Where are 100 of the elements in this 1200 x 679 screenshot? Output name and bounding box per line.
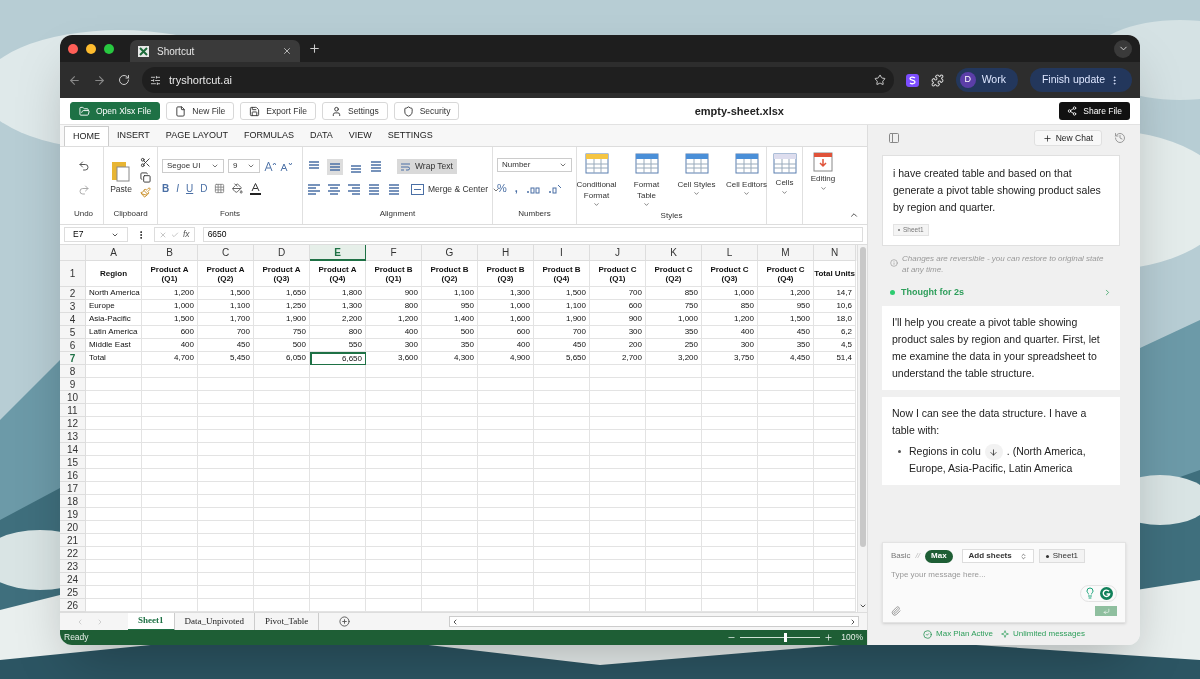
table-cell[interactable] [310, 586, 366, 599]
formula-field[interactable]: 6650 [202, 227, 863, 242]
table-cell[interactable] [198, 469, 254, 482]
table-cell[interactable] [310, 482, 366, 495]
text-orientation-icon[interactable] [369, 159, 383, 174]
table-cell[interactable] [814, 573, 856, 586]
table-cell[interactable] [198, 521, 254, 534]
vertical-scrollbar[interactable] [857, 245, 867, 612]
table-cell[interactable] [646, 430, 702, 443]
number-format-select[interactable]: Number [497, 158, 572, 173]
table-cell[interactable]: 1,000 [646, 313, 702, 326]
table-cell[interactable]: 300 [590, 326, 646, 339]
table-cell[interactable] [310, 547, 366, 560]
font-size-select[interactable]: 9 [228, 159, 260, 173]
table-cell[interactable] [86, 560, 142, 573]
table-cell[interactable]: Total Units [814, 261, 856, 287]
table-cell[interactable] [758, 391, 814, 404]
table-cell[interactable] [646, 534, 702, 547]
table-cell[interactable]: 400 [478, 339, 534, 352]
table-cell[interactable] [254, 391, 310, 404]
previous-sheet-icon[interactable] [76, 617, 84, 626]
name-box[interactable]: E7 [64, 227, 128, 242]
grow-font-icon[interactable] [264, 160, 276, 172]
font-select[interactable]: Segoe UI [162, 159, 224, 173]
table-cell[interactable]: Product A (Q4) [310, 261, 366, 287]
format-toggle[interactable]: B [162, 181, 170, 196]
column-header[interactable]: K [646, 245, 702, 261]
table-cell[interactable] [310, 534, 366, 547]
table-cell[interactable] [814, 443, 856, 456]
table-cell[interactable] [814, 456, 856, 469]
table-cell[interactable] [590, 443, 646, 456]
table-cell[interactable]: 300 [702, 339, 758, 352]
table-cell[interactable] [142, 573, 198, 586]
table-cell[interactable]: 450 [534, 339, 590, 352]
table-cell[interactable] [254, 560, 310, 573]
table-cell[interactable] [422, 495, 478, 508]
table-cell[interactable] [590, 495, 646, 508]
table-cell[interactable] [254, 573, 310, 586]
format-toggle[interactable]: D [200, 181, 208, 196]
column-header[interactable]: A [86, 245, 142, 261]
table-cell[interactable] [758, 521, 814, 534]
table-cell[interactable]: 6,2 [814, 326, 856, 339]
row-header[interactable]: 18 [60, 495, 86, 508]
row-header[interactable]: 2 [60, 287, 86, 300]
row-header[interactable]: 7 [60, 352, 86, 365]
table-cell[interactable] [254, 456, 310, 469]
table-cell[interactable] [310, 430, 366, 443]
table-cell[interactable]: 1,250 [254, 300, 310, 313]
ribbon-tab[interactable]: HOME [64, 126, 109, 146]
table-cell[interactable] [814, 547, 856, 560]
row-header[interactable]: 13 [60, 430, 86, 443]
wrap-text-button[interactable]: Wrap Text [397, 159, 457, 174]
table-cell[interactable]: Europe [86, 300, 142, 313]
table-cell[interactable] [198, 378, 254, 391]
table-cell[interactable]: 4,450 [758, 352, 814, 365]
scroll-left-icon[interactable] [451, 617, 459, 626]
table-cell[interactable] [198, 482, 254, 495]
table-cell[interactable] [86, 430, 142, 443]
column-header[interactable]: I [534, 245, 590, 261]
table-cell[interactable]: 1,300 [478, 287, 534, 300]
table-cell[interactable] [534, 391, 590, 404]
table-cell[interactable] [534, 404, 590, 417]
table-cell[interactable]: 1,500 [142, 313, 198, 326]
table-cell[interactable] [198, 547, 254, 560]
ribbon-tab[interactable]: PAGE LAYOUT [157, 126, 237, 146]
row-header[interactable]: 5 [60, 326, 86, 339]
table-cell[interactable] [702, 573, 758, 586]
column-header[interactable]: E [310, 245, 366, 261]
style-button[interactable]: Cell Styles [673, 151, 720, 197]
row-header[interactable]: 12 [60, 417, 86, 430]
table-cell[interactable] [814, 378, 856, 391]
row-header[interactable]: 19 [60, 508, 86, 521]
table-cell[interactable] [646, 560, 702, 573]
forward-icon[interactable] [93, 73, 106, 87]
table-cell[interactable] [366, 586, 422, 599]
back-icon[interactable] [68, 73, 81, 87]
table-cell[interactable] [534, 456, 590, 469]
table-cell[interactable] [310, 495, 366, 508]
scrollbar-thumb[interactable] [859, 247, 866, 547]
table-cell[interactable] [422, 417, 478, 430]
message-field[interactable]: Type your message here... [891, 567, 1117, 581]
ribbon-tab[interactable]: SETTINGS [379, 126, 441, 146]
table-cell[interactable] [142, 391, 198, 404]
table-cell[interactable] [646, 547, 702, 560]
table-cell[interactable] [702, 430, 758, 443]
table-cell[interactable] [422, 469, 478, 482]
table-cell[interactable] [422, 430, 478, 443]
table-cell[interactable] [254, 378, 310, 391]
table-cell[interactable] [142, 508, 198, 521]
table-cell[interactable] [478, 534, 534, 547]
new-tab-icon[interactable] [308, 42, 321, 55]
table-cell[interactable] [814, 430, 856, 443]
table-cell[interactable]: 950 [758, 300, 814, 313]
table-cell[interactable]: Product B (Q4) [534, 261, 590, 287]
extension-icon[interactable] [905, 73, 919, 87]
table-cell[interactable] [142, 404, 198, 417]
table-cell[interactable] [702, 469, 758, 482]
table-cell[interactable] [198, 391, 254, 404]
table-cell[interactable] [86, 508, 142, 521]
table-cell[interactable] [86, 469, 142, 482]
